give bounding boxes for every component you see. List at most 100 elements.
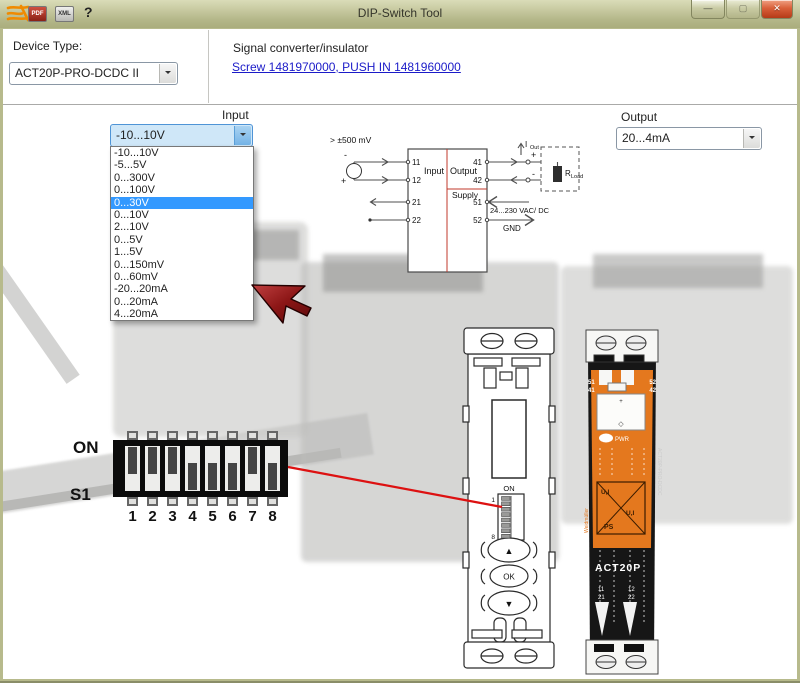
dip-slider[interactable] [228, 463, 237, 490]
dip-pin-bottom [167, 497, 178, 506]
dropdown-option[interactable]: 0...100V [111, 184, 253, 196]
close-button[interactable]: ✕ [761, 0, 793, 19]
dip-slider[interactable] [188, 463, 197, 490]
type-side-text: ACT20P-PRO-DCDC [656, 448, 662, 496]
pointer-line [280, 455, 510, 515]
dropdown-option[interactable]: 0...150mV [111, 259, 253, 271]
dip-s1-label: S1 [70, 485, 91, 505]
dip-pin-bottom [187, 497, 198, 506]
input-select-value: -10...10V [116, 128, 165, 142]
dropdown-option[interactable]: 4...20mA [111, 308, 253, 320]
dip-number: 3 [163, 508, 183, 525]
dropdown-option[interactable]: 0...300V [111, 172, 253, 184]
output-select[interactable]: 20...4mA [616, 127, 762, 150]
wiring-diagram: > ±500 mV - + 11 12 21 22 Input Output S… [325, 133, 585, 283]
dropdown-option[interactable]: -5...5V [111, 159, 253, 171]
device-type-select[interactable]: ACT20P-PRO-DCDC II [9, 62, 178, 85]
orange-terminal-11: 11 [598, 587, 605, 593]
pwr-led [599, 434, 613, 443]
ui-top-label: U,I [601, 489, 610, 496]
dropdown-option[interactable]: 0...5V [111, 234, 253, 246]
supply-voltage-label: 24...230 VAC/ DC [490, 206, 550, 215]
dropdown-option[interactable]: 0...20mA [111, 296, 253, 308]
orange-terminal-21: 21 [598, 595, 605, 601]
dropdown-option[interactable]: -20...20mA [111, 283, 253, 295]
chevron-down-icon[interactable] [743, 129, 760, 148]
terminal-42: 42 [473, 176, 482, 185]
orange-terminal-52: 52 [649, 380, 656, 386]
chevron-down-icon[interactable] [159, 64, 176, 83]
input-label: Input [222, 108, 249, 122]
dip-pin-bottom [247, 497, 258, 506]
orange-terminal-42: 42 [649, 388, 656, 394]
window-controls: — ▢ ✕ [690, 0, 793, 19]
dip-slider[interactable] [128, 447, 137, 474]
dip-number: 4 [183, 508, 203, 525]
dip-number: 5 [203, 508, 223, 525]
orange-terminal-41: 41 [588, 388, 595, 394]
svg-text:◇: ◇ [618, 421, 624, 428]
dip-pin-bottom [267, 497, 278, 506]
dropdown-option[interactable]: 2...10V [111, 221, 253, 233]
dropdown-option[interactable]: 0...30V [111, 197, 253, 209]
svg-text:+: + [619, 399, 623, 405]
dip-number: 1 [123, 508, 143, 525]
chevron-down-icon[interactable] [234, 126, 251, 145]
dip-pin-top [147, 431, 158, 440]
app-window: PDF XML ? DIP-Switch Tool — ▢ ✕ Device T… [0, 0, 800, 683]
orange-terminal-51: 51 [588, 380, 595, 386]
block-output-label: Output [450, 166, 478, 176]
load-resistor-symbol [553, 166, 562, 182]
terminal-52: 52 [473, 216, 482, 225]
dip-slider[interactable] [148, 447, 157, 474]
dropdown-option[interactable]: 1...5V [111, 246, 253, 258]
device-photo-orange: 51 52 41 42 + ◇ PWR U,I U,I PS Weidmülle… [580, 328, 664, 676]
background-device-right-top [593, 254, 763, 288]
dip-slider[interactable] [168, 447, 177, 474]
down-arrow-icon: ▼ [505, 599, 514, 609]
iout-label: I [525, 140, 527, 149]
terminal-21: 21 [412, 198, 421, 207]
dip-pin-top [167, 431, 178, 440]
terminal-11: 11 [412, 158, 421, 167]
dip-slider[interactable] [208, 463, 217, 490]
background-cable [3, 260, 80, 384]
terminal-22: 22 [412, 216, 421, 225]
ui-bottom-label: U,I [626, 510, 635, 517]
dip-pin-top [207, 431, 218, 440]
input-select[interactable]: -10...10V [110, 124, 253, 147]
dip-pin-bottom [227, 497, 238, 506]
dip-switch-graphic: ON S1 12345678 [60, 428, 305, 530]
rload-sub-label: Load [571, 174, 583, 180]
window-title: DIP-Switch Tool [0, 6, 800, 20]
title-bar: PDF XML ? DIP-Switch Tool — ▢ ✕ [0, 0, 800, 28]
gnd-label: GND [503, 224, 521, 233]
source-plus: + [341, 176, 346, 186]
dropdown-option[interactable]: 0...60mV [111, 271, 253, 283]
info-title: Signal converter/insulator [233, 41, 368, 55]
brand-side-text: Weidmüller [584, 508, 590, 533]
orange-terminal-12: 12 [628, 587, 635, 593]
dip-pin-bottom [127, 497, 138, 506]
output-minus: - [532, 169, 535, 179]
output-plus: + [531, 150, 536, 160]
dip-slider[interactable] [248, 447, 257, 474]
mouse-cursor-arrow [246, 281, 316, 329]
dropdown-option[interactable]: 0...10V [111, 209, 253, 221]
ps-label: PS [604, 524, 614, 531]
minimize-button[interactable]: — [691, 0, 725, 19]
maximize-button[interactable]: ▢ [726, 0, 760, 19]
orange-terminal-22: 22 [628, 595, 635, 601]
dip-on-label: ON [73, 438, 99, 458]
dip-slider[interactable] [268, 463, 277, 490]
datasheet-link[interactable]: Screw 1481970000, PUSH IN 1481960000 [232, 60, 461, 74]
up-arrow-icon: ▲ [505, 546, 514, 556]
dropdown-option[interactable]: -10...10V [111, 147, 253, 159]
section-divider [208, 30, 209, 103]
voltage-source-symbol [347, 164, 362, 179]
dip-pin-bottom [207, 497, 218, 506]
dip-pin-top [227, 431, 238, 440]
source-label: > ±500 mV [330, 135, 372, 145]
front-dip-last: 8 [491, 534, 495, 541]
input-dropdown-list: -10...10V-5...5V0...300V0...100V0...30V0… [110, 146, 254, 321]
